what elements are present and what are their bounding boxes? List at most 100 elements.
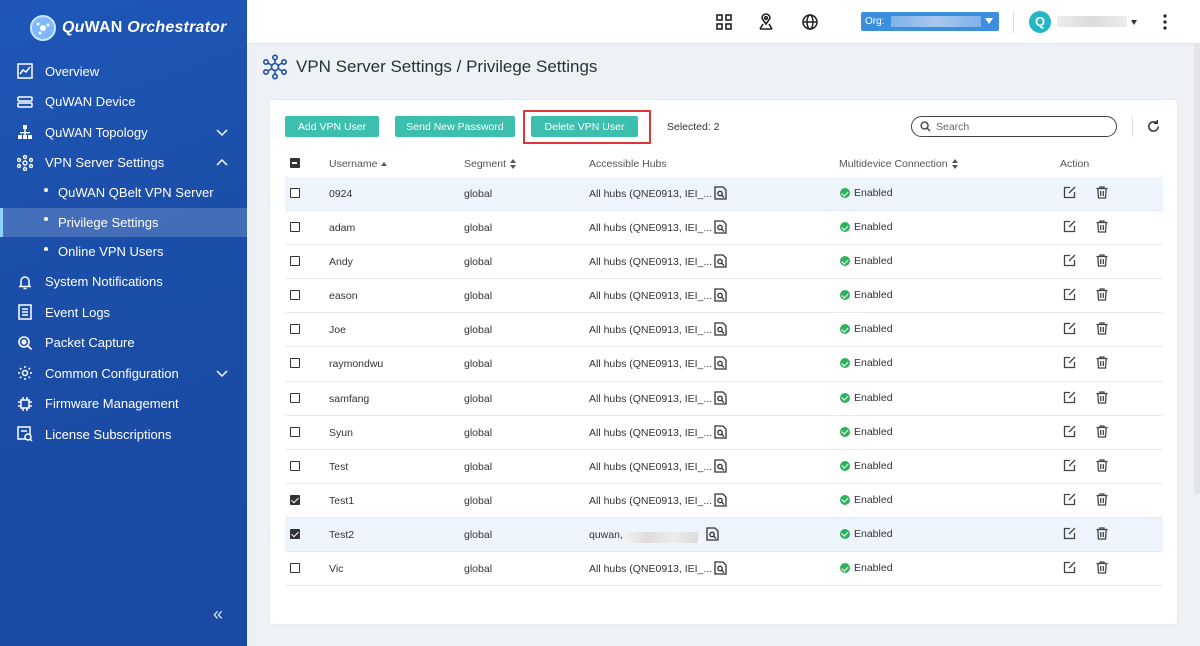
- row-checkbox[interactable]: [290, 188, 300, 198]
- row-checkbox[interactable]: [290, 256, 300, 267]
- caret-down-icon[interactable]: [1131, 20, 1137, 25]
- sidebar-item-system-notifications[interactable]: System Notifications: [0, 267, 247, 298]
- delete-icon[interactable]: [1096, 220, 1108, 233]
- row-checkbox[interactable]: [290, 290, 300, 301]
- row-checkbox[interactable]: [290, 222, 300, 233]
- collapse-sidebar-icon[interactable]: «: [213, 604, 223, 625]
- chevron-up-icon[interactable]: [215, 156, 229, 170]
- org-name-redacted: [891, 16, 981, 27]
- search-input[interactable]: [936, 120, 1106, 133]
- edit-icon[interactable]: [1063, 356, 1076, 369]
- status-text: Enabled: [854, 187, 893, 199]
- table-row[interactable]: Andy global All hubs (QNE0913, IEI_... E…: [285, 245, 1163, 280]
- delete-icon[interactable]: [1096, 459, 1108, 472]
- sidebar-item-quwan-topology[interactable]: QuWAN Topology: [0, 117, 247, 148]
- hub-list-icon[interactable]: [714, 322, 727, 337]
- row-checkbox[interactable]: [290, 563, 300, 574]
- hub-list-icon[interactable]: [714, 459, 727, 473]
- delete-icon[interactable]: [1096, 254, 1108, 267]
- more-vertical-icon[interactable]: [1163, 14, 1167, 30]
- delete-icon[interactable]: [1096, 186, 1108, 199]
- sidebar-subitem-privilege-settings[interactable]: Privilege Settings: [0, 207, 247, 237]
- hub-list-icon[interactable]: [714, 561, 727, 575]
- table-row[interactable]: eason global All hubs (QNE0913, IEI_... …: [285, 279, 1163, 314]
- hub-list-icon[interactable]: [714, 356, 727, 371]
- column-username[interactable]: Username: [329, 158, 388, 170]
- table-row[interactable]: Syun global All hubs (QNE0913, IEI_... E…: [285, 416, 1163, 450]
- column-segment[interactable]: Segment: [464, 158, 517, 170]
- multidevice-status: Enabled: [840, 221, 893, 233]
- delete-icon[interactable]: [1096, 527, 1108, 540]
- edit-icon[interactable]: [1063, 459, 1076, 472]
- row-checkbox[interactable]: [290, 324, 300, 335]
- location-icon[interactable]: [757, 13, 775, 31]
- add-vpn-user-button[interactable]: Add VPN User: [285, 116, 379, 137]
- row-checkbox[interactable]: [290, 460, 300, 471]
- table-row[interactable]: 0924 global All hubs (QNE0913, IEI_... E…: [285, 177, 1163, 212]
- hub-list-icon[interactable]: [714, 425, 727, 439]
- row-checkbox[interactable]: [290, 494, 300, 505]
- edit-icon[interactable]: [1063, 254, 1076, 267]
- hub-list-icon[interactable]: [714, 288, 727, 302]
- org-selector[interactable]: Org:: [861, 12, 999, 31]
- hub-list-icon[interactable]: [714, 493, 727, 507]
- column-multidevice-connection[interactable]: Multidevice Connection: [839, 158, 958, 170]
- edit-icon[interactable]: [1063, 288, 1076, 301]
- table-row[interactable]: Vic global All hubs (QNE0913, IEI_... En…: [285, 552, 1163, 587]
- table-row[interactable]: samfang global All hubs (QNE0913, IEI_..…: [285, 382, 1163, 416]
- delete-icon[interactable]: [1096, 390, 1108, 404]
- table-row[interactable]: adam global All hubs (QNE0913, IEI_... E…: [285, 211, 1163, 246]
- table-row[interactable]: Test global All hubs (QNE0913, IEI_... E…: [285, 450, 1163, 484]
- select-all-checkbox[interactable]: [290, 158, 300, 168]
- globe-icon[interactable]: [801, 13, 819, 31]
- chevron-down-icon[interactable]: [215, 366, 229, 380]
- edit-icon[interactable]: [1063, 322, 1076, 335]
- delete-icon[interactable]: [1096, 425, 1108, 438]
- table-row[interactable]: raymondwu global All hubs (QNE0913, IEI_…: [285, 347, 1163, 382]
- segment-cell: global: [464, 358, 493, 371]
- sidebar-item-common-configuration[interactable]: Common Configuration: [0, 358, 247, 389]
- sidebar-item-event-logs[interactable]: Event Logs: [0, 297, 247, 328]
- sidebar-item-overview[interactable]: Overview: [0, 56, 247, 87]
- user-name-redacted[interactable]: [1057, 16, 1127, 27]
- page-scrollbar[interactable]: [1194, 44, 1200, 494]
- avatar[interactable]: Q: [1029, 11, 1051, 33]
- edit-icon[interactable]: [1063, 391, 1076, 404]
- edit-icon[interactable]: [1063, 561, 1076, 574]
- apps-grid-icon[interactable]: [715, 13, 733, 31]
- sidebar-item-vpn-server-settings[interactable]: VPN Server Settings: [0, 148, 247, 179]
- hub-list-icon[interactable]: [706, 527, 719, 541]
- table-row[interactable]: Joe global All hubs (QNE0913, IEI_... En…: [285, 313, 1163, 348]
- sidebar-item-packet-capture[interactable]: Packet Capture: [0, 328, 247, 359]
- sidebar-item-quwan-device[interactable]: QuWAN Device: [0, 87, 247, 118]
- row-checkbox[interactable]: [290, 358, 300, 369]
- hub-list-icon[interactable]: [714, 220, 727, 234]
- search-box[interactable]: [911, 116, 1117, 137]
- edit-icon[interactable]: [1063, 425, 1076, 438]
- table-row[interactable]: Test2 global quwan, Enabled: [285, 517, 1163, 553]
- edit-icon[interactable]: [1063, 527, 1076, 540]
- hub-list-icon[interactable]: [714, 390, 727, 405]
- brand[interactable]: QuWAN Orchestrator: [0, 0, 247, 56]
- edit-icon[interactable]: [1063, 493, 1076, 506]
- sidebar-item-license-subscriptions[interactable]: License Subscriptions: [0, 419, 247, 450]
- refresh-icon[interactable]: [1146, 119, 1161, 134]
- delete-icon[interactable]: [1096, 561, 1108, 574]
- edit-icon[interactable]: [1063, 220, 1076, 233]
- row-checkbox[interactable]: [290, 528, 300, 539]
- table-row[interactable]: Test1 global All hubs (QNE0913, IEI_... …: [285, 484, 1163, 518]
- hub-list-icon[interactable]: [714, 186, 727, 200]
- delete-icon[interactable]: [1096, 288, 1108, 301]
- delete-icon[interactable]: [1096, 322, 1108, 336]
- row-checkbox[interactable]: [290, 426, 300, 437]
- sidebar-subitem-qbelt-vpn-server[interactable]: QuWAN QBelt VPN Server: [0, 178, 247, 208]
- send-new-password-button[interactable]: Send New Password: [395, 116, 515, 137]
- delete-icon[interactable]: [1096, 356, 1108, 370]
- sidebar-subitem-online-vpn-users[interactable]: Online VPN Users: [0, 237, 247, 267]
- delete-icon[interactable]: [1096, 493, 1108, 506]
- edit-icon[interactable]: [1063, 186, 1076, 199]
- chevron-down-icon[interactable]: [215, 125, 229, 139]
- row-checkbox[interactable]: [290, 392, 300, 403]
- hub-list-icon[interactable]: [714, 254, 727, 268]
- sidebar-item-firmware-management[interactable]: Firmware Management: [0, 389, 247, 420]
